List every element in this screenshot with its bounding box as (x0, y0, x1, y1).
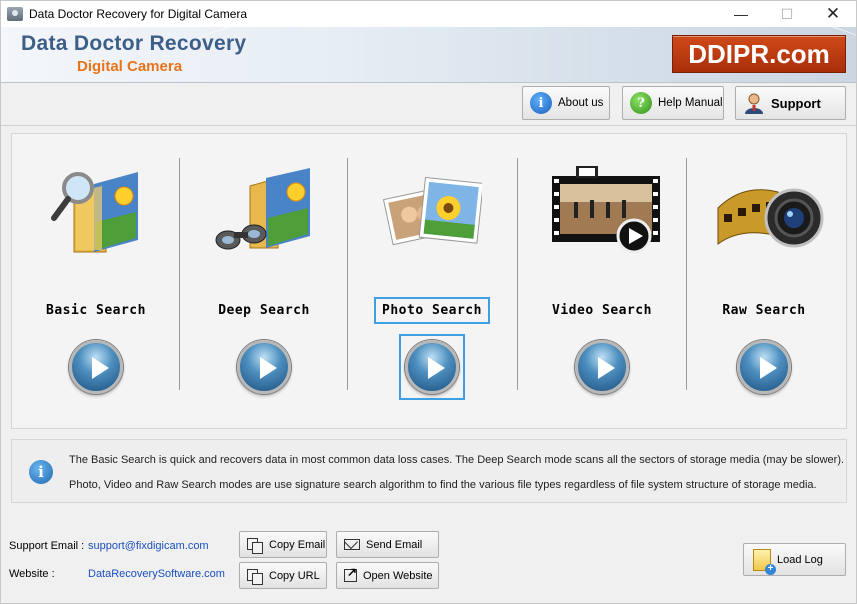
info-icon: i (29, 460, 53, 484)
send-email-label: Send Email (366, 538, 423, 551)
load-log-button[interactable]: Load Log (743, 543, 846, 576)
brand-subtitle: Digital Camera (77, 58, 183, 75)
search-mode-label: Basic Search (46, 303, 146, 318)
copy-url-button[interactable]: Copy URL (239, 562, 327, 589)
external-link-icon (344, 565, 357, 582)
start-video-search-button[interactable] (575, 340, 629, 394)
info-text-line1: The Basic Search is quick and recovers d… (69, 454, 845, 466)
search-mode-deep[interactable]: Deep Search (180, 134, 348, 430)
support-email-label: Support Email : (9, 540, 85, 552)
start-deep-search-button[interactable] (237, 340, 291, 394)
help-icon: ? (630, 92, 652, 114)
selected-mode-label: Photo Search (374, 297, 490, 324)
website-link[interactable]: DataRecoverySoftware.com (88, 568, 225, 580)
title-bar: Data Doctor Recovery for Digital Camera … (1, 1, 856, 27)
copy-icon (247, 537, 263, 554)
help-manual-button[interactable]: ? Help Manual (622, 86, 724, 120)
search-mode-photo[interactable]: Photo Search (348, 134, 516, 430)
basic-search-icon (46, 162, 146, 254)
photo-search-icon (382, 162, 484, 254)
header-banner: Data Doctor Recovery Digital Camera DDIP… (1, 27, 856, 83)
search-modes-panel: Basic Search Deep Search Photo Search Vi… (11, 133, 847, 429)
copy-email-button[interactable]: Copy Email (239, 531, 327, 558)
load-log-icon (753, 548, 776, 575)
search-mode-label: Photo Search (348, 297, 516, 324)
support-button[interactable]: Support (735, 86, 846, 120)
search-mode-label: Deep Search (218, 303, 310, 318)
start-basic-search-button[interactable] (69, 340, 123, 394)
start-photo-search-button[interactable] (405, 340, 459, 394)
app-icon (7, 7, 23, 21)
support-person-icon (743, 92, 765, 114)
envelope-icon (344, 539, 360, 550)
copy-icon (247, 568, 263, 585)
app-window: Data Doctor Recovery for Digital Camera … (0, 0, 857, 604)
window-title: Data Doctor Recovery for Digital Camera (29, 7, 248, 21)
load-log-label: Load Log (777, 553, 823, 566)
send-email-button[interactable]: Send Email (336, 531, 439, 558)
deep-search-icon (214, 162, 314, 254)
website-label: Website : (9, 568, 55, 580)
brand-title: Data Doctor Recovery (21, 32, 247, 55)
search-mode-basic[interactable]: Basic Search (12, 134, 180, 430)
support-email-link[interactable]: support@fixdigicam.com (88, 540, 209, 552)
search-mode-label: Video Search (552, 303, 652, 318)
search-mode-label: Raw Search (722, 303, 806, 318)
toolbar-separator (1, 125, 856, 126)
copy-email-label: Copy Email (269, 538, 326, 551)
close-button[interactable]: ✕ (810, 1, 856, 27)
raw-search-icon (714, 162, 824, 254)
info-text-line2: Photo, Video and Raw Search modes are us… (69, 479, 817, 491)
help-manual-label: Help Manual (658, 97, 723, 109)
info-box: i The Basic Search is quick and recovers… (11, 439, 847, 503)
about-us-label: About us (558, 97, 604, 109)
search-mode-video[interactable]: Video Search (518, 134, 686, 430)
minimize-button[interactable]: — (718, 1, 764, 27)
support-label: Support (771, 95, 821, 111)
video-search-icon (552, 162, 660, 254)
open-website-label: Open Website (363, 569, 433, 582)
open-website-button[interactable]: Open Website (336, 562, 439, 589)
copy-url-label: Copy URL (269, 569, 320, 582)
maximize-button[interactable]: ☐ (764, 1, 810, 27)
info-icon: i (530, 92, 552, 114)
search-mode-raw[interactable]: Raw Search (680, 134, 848, 430)
about-us-button[interactable]: i About us (522, 86, 610, 120)
start-raw-search-button[interactable] (737, 340, 791, 394)
site-logo-badge[interactable]: DDIPR.com (672, 35, 846, 73)
